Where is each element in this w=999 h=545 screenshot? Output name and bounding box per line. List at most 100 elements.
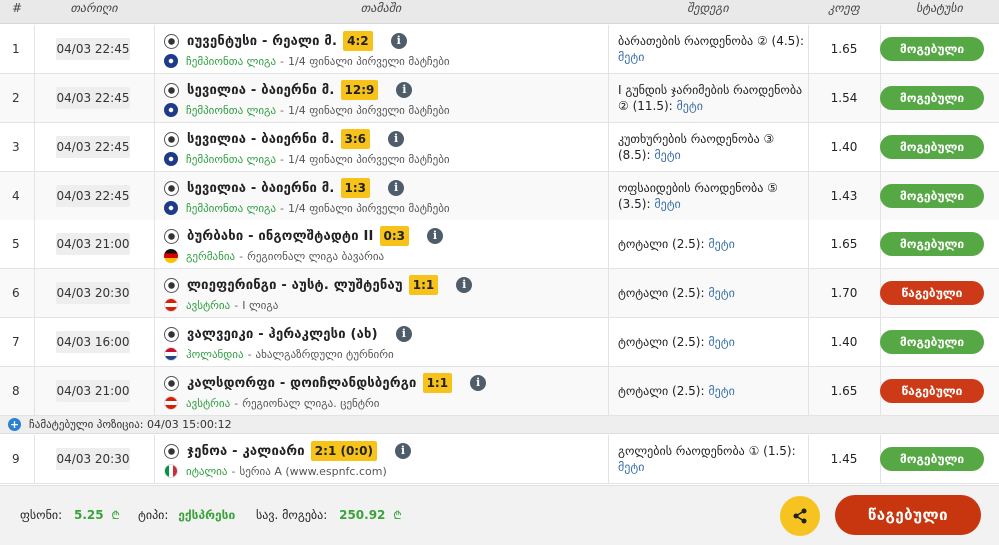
info-icon[interactable]: i <box>394 443 411 459</box>
match-teams[interactable]: სევილია - ბაიერნი მ. <box>187 181 335 196</box>
football-icon <box>164 277 179 293</box>
changed-position-notice: + ჩამატებული პოზიცია: 04/03 15:00:12 <box>0 416 999 434</box>
info-icon[interactable]: i <box>388 131 405 147</box>
table-row: 7 04/03 16:00 ვალვეიკი - ჰერაკლესი (ახ) i ჰო… <box>0 318 999 367</box>
info-icon[interactable]: i <box>456 277 473 293</box>
country-flag-icon <box>164 464 178 478</box>
country-flag-icon <box>164 54 178 68</box>
match-cell: იუვენტუსი - რეალი მ. 4:2 i ჩემპიონთა ლიგა -1… <box>164 25 604 73</box>
final-status-badge: წაგებული <box>835 495 981 535</box>
match-score: 2:1 (0:0) <box>310 441 377 461</box>
type-summary: ტიპი: ექსპრესი <box>138 508 235 522</box>
league-separator: - <box>280 201 285 215</box>
bet-result-cell: ბარათების რაოდენობა ② (4.5): მეტი <box>618 25 808 73</box>
league-name: სერია A (www.espnfc.com) <box>239 464 387 478</box>
bet-odds: 1.43 <box>830 189 858 203</box>
country-flag-icon <box>164 396 178 410</box>
country-name: ჩემპიონთა ლიგა <box>186 54 277 68</box>
match-teams[interactable]: ლიეფერინგი - აუსტ. ლუშტენაუ <box>187 278 403 293</box>
info-icon[interactable]: i <box>470 375 487 391</box>
share-button[interactable] <box>780 496 820 536</box>
league-name: ახალგაზრდული ტურნირი <box>255 347 394 361</box>
bet-outcome: მეტი <box>676 99 703 113</box>
league-separator: - <box>231 464 236 478</box>
match-teams[interactable]: ბურბახი - ინგოლშტადტი II <box>187 229 374 244</box>
row-number: 2 <box>12 91 20 105</box>
bet-odds: 1.40 <box>830 335 858 349</box>
country-flag-icon <box>164 103 178 117</box>
info-icon[interactable]: i <box>390 33 407 49</box>
status-cell: მოგებული <box>880 318 999 366</box>
status-cell: წაგებული <box>880 367 999 415</box>
match-cell: ბურბახი - ინგოლშტადტი II 0:3 i გერმანია - რეგ… <box>164 220 604 268</box>
match-date: 04/03 22:45 <box>56 185 130 207</box>
bet-market: ოფსაიდების რაოდენობა ⑤ (3.5): <box>618 181 778 211</box>
header-num: # <box>11 1 23 15</box>
potential-win-value: 250.92 <box>339 508 386 522</box>
header-date: თარიღი <box>70 1 118 15</box>
bet-outcome: მეტი <box>708 286 735 300</box>
league-name: 1/4 ფინალი პირველი მატჩები <box>288 103 450 117</box>
match-cell: სევილია - ბაიერნი მ. 3:6 i ჩემპიონთა ლიგა -1… <box>164 123 604 171</box>
match-cell: ლიეფერინგი - აუსტ. ლუშტენაუ 1:1 i ავსტრია - I… <box>164 269 604 317</box>
bet-outcome: მეტი <box>708 335 735 349</box>
country-name: ჰოლანდია <box>186 347 244 361</box>
match-teams[interactable]: ჯენოა - კალიარი <box>187 444 305 459</box>
bet-outcome: მეტი <box>654 197 681 211</box>
match-score: 1:1 <box>408 275 439 295</box>
row-number: 7 <box>12 335 20 349</box>
table-row: 1 04/03 22:45 იუვენტუსი - რეალი მ. 4:2 i ჩემპ… <box>0 25 999 74</box>
match-score: 3:6 <box>340 129 371 149</box>
bet-outcome: მეტი <box>618 460 645 474</box>
plus-circle-icon[interactable]: + <box>8 418 21 431</box>
table-row: 5 04/03 21:00 ბურბახი - ინგოლშტადტი II 0:3 i… <box>0 220 999 269</box>
match-date: 04/03 22:45 <box>56 38 130 60</box>
match-date: 04/03 22:45 <box>56 136 130 158</box>
bet-market: გოლების რაოდენობა ① (1.5): <box>618 444 796 458</box>
country-flag-icon <box>164 201 178 215</box>
status-badge: მოგებული <box>880 86 984 110</box>
league-separator: - <box>234 396 239 410</box>
bet-odds: 1.65 <box>830 42 858 56</box>
status-cell: მოგებული <box>880 74 999 122</box>
match-cell: ჯენოა - კალიარი 2:1 (0:0) i იტალია - სერია A … <box>164 435 604 483</box>
match-cell: ვალვეიკი - ჰერაკლესი (ახ) i ჰოლანდია - ახალგ… <box>164 318 604 366</box>
match-teams[interactable]: სევილია - ბაიერნი მ. <box>187 132 335 147</box>
bet-result-cell: ტოტალი (2.5): მეტი <box>618 269 808 317</box>
match-date: 04/03 16:00 <box>56 331 130 353</box>
status-badge: მოგებული <box>880 184 984 208</box>
bet-summary-footer: ფსონი: 5.25 ₾ ტიპი: ექსპრესი სავ. მოგება… <box>0 485 999 545</box>
league-name: 1/4 ფინალი პირველი მატჩები <box>288 54 450 68</box>
bet-result-cell: ოფსაიდების რაოდენობა ⑤ (3.5): მეტი <box>618 172 808 220</box>
bet-market: ბარათების რაოდენობა ② (4.5): <box>618 34 805 48</box>
status-cell: მოგებული <box>880 25 999 73</box>
bet-market: კუთხურების რაოდენობა ③ (8.5): <box>618 132 775 162</box>
table-row: 9 04/03 20:30 ჯენოა - კალიარი 2:1 (0:0) i იტა… <box>0 435 999 484</box>
match-date: 04/03 20:30 <box>56 282 130 304</box>
bet-odds: 1.45 <box>830 452 858 466</box>
bet-outcome: მეტი <box>708 237 735 251</box>
country-name: გერმანია <box>186 249 236 263</box>
status-badge: მოგებული <box>880 330 984 354</box>
match-teams[interactable]: ვალვეიკი - ჰერაკლესი (ახ) <box>187 327 378 342</box>
country-flag-icon <box>164 298 178 312</box>
country-name: ავსტრია <box>186 298 231 312</box>
match-teams[interactable]: კალსდორფი - დოიჩლანდსბერგი <box>187 376 417 391</box>
info-icon[interactable]: i <box>427 228 444 244</box>
table-row: 8 04/03 21:00 კალსდორფი - დოიჩლანდსბერგი 1:… <box>0 367 999 416</box>
league-separator: - <box>280 103 285 117</box>
football-icon <box>164 443 179 459</box>
table-row: 6 04/03 20:30 ლიეფერინგი - აუსტ. ლუშტენაუ 1… <box>0 269 999 318</box>
currency-icon: ₾ <box>393 509 402 522</box>
bet-odds: 1.54 <box>830 91 858 105</box>
league-separator: - <box>239 249 244 263</box>
match-teams[interactable]: იუვენტუსი - რეალი მ. <box>187 34 337 49</box>
info-icon[interactable]: i <box>395 326 412 342</box>
share-icon <box>793 508 807 524</box>
country-flag-icon <box>164 347 178 361</box>
table-row: 3 04/03 22:45 სევილია - ბაიერნი მ. 3:6 i ჩემპ… <box>0 123 999 172</box>
info-icon[interactable]: i <box>388 180 405 196</box>
bet-odds: 1.40 <box>830 140 858 154</box>
info-icon[interactable]: i <box>396 82 413 98</box>
match-teams[interactable]: სევილია - ბაიერნი მ. <box>187 83 335 98</box>
